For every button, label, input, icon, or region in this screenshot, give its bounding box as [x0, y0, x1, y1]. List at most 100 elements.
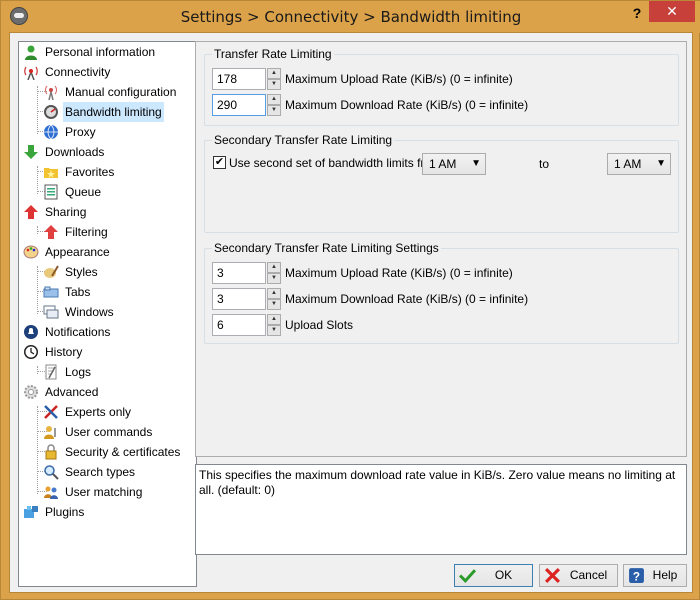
upload-rate-spinner: ▲ ▼	[212, 68, 282, 90]
users-icon	[44, 486, 58, 499]
cancel-button[interactable]: Cancel	[539, 564, 618, 587]
download-rate-decrement[interactable]: ▼	[267, 105, 281, 116]
up-arrow-icon	[24, 205, 38, 219]
clock-icon	[24, 345, 38, 359]
help-title-button[interactable]: ?	[628, 5, 646, 25]
download-rate-label: Maximum Download Rate (KiB/s) (0 = infin…	[285, 98, 529, 112]
title-bar[interactable]: Settings > Connectivity > Bandwidth limi…	[1, 1, 700, 33]
to-label: to	[539, 157, 550, 171]
dialog-client: Personal information Connectivity Manual…	[9, 32, 693, 593]
tree-item-label: Security & certificates	[65, 445, 181, 459]
secondary-download-input[interactable]	[212, 288, 266, 310]
limits-from-value: 1 AM	[429, 157, 457, 171]
tree-item-label: Connectivity	[45, 65, 111, 79]
tabs-icon	[43, 286, 59, 298]
search-icon	[44, 465, 59, 480]
queue-icon	[44, 184, 58, 200]
down-arrow-icon	[24, 145, 38, 159]
upload-slots-label: Upload Slots	[285, 318, 354, 332]
upload-rate-increment[interactable]: ▲	[267, 68, 281, 79]
tree-line	[37, 226, 38, 234]
settings-window: Settings > Connectivity > Bandwidth limi…	[0, 0, 700, 600]
secondary-download-decrement[interactable]: ▼	[267, 299, 281, 310]
log-icon	[45, 364, 57, 380]
limits-to-select[interactable]: 1 AM ▼	[607, 153, 671, 175]
signal-icon	[45, 85, 57, 100]
upload-rate-label: Maximum Upload Rate (KiB/s) (0 = infinit…	[285, 72, 513, 86]
tree-item-label: Windows	[65, 305, 114, 319]
palette-icon	[23, 245, 39, 259]
speedometer-icon	[44, 105, 58, 119]
tree-line	[37, 86, 38, 134]
tree-item-label: Favorites	[65, 165, 115, 179]
tree-item-label: Notifications	[45, 325, 111, 339]
transfer-rate-group-title: Transfer Rate Limiting	[212, 47, 334, 61]
plugin-icon	[24, 506, 38, 518]
second-limits-checkbox-label: Use second set of bandwidth limits from	[229, 156, 442, 170]
ok-button[interactable]: OK	[454, 564, 533, 587]
globe-icon	[44, 124, 58, 140]
secondary-upload-spinner: ▲ ▼	[212, 262, 282, 284]
window-title: Settings > Connectivity > Bandwidth limi…	[180, 8, 522, 26]
user-command-icon	[44, 426, 56, 439]
upload-rate-decrement[interactable]: ▼	[267, 79, 281, 90]
tree-item-label: Appearance	[45, 245, 110, 259]
person-icon	[25, 45, 37, 60]
settings-panel: Transfer Rate Limiting ▲ ▼ Maximum Uploa…	[195, 41, 687, 457]
chevron-down-icon: ▼	[656, 158, 666, 169]
tree-item-label: Advanced	[45, 385, 99, 399]
tree-line	[37, 266, 38, 314]
secondary-limiting-group-title: Secondary Transfer Rate Limiting	[212, 133, 395, 147]
limits-to-value: 1 AM	[614, 157, 642, 171]
secondary-download-spinner: ▲ ▼	[212, 288, 282, 310]
transfer-rate-group: Transfer Rate Limiting ▲ ▼ Maximum Uploa…	[204, 47, 679, 126]
filter-icon	[44, 225, 58, 239]
secondary-upload-input[interactable]	[212, 262, 266, 284]
tree-item-label: Styles	[65, 265, 98, 279]
tree-item-label: Search types	[65, 465, 136, 479]
upload-rate-input[interactable]	[212, 68, 266, 90]
secondary-limiting-group: Secondary Transfer Rate Limiting ✔ Use s…	[204, 133, 679, 233]
help-button-label: Help	[652, 568, 678, 582]
brush-icon	[44, 265, 59, 278]
tree-item-label: Downloads	[45, 145, 105, 159]
bell-icon	[24, 325, 38, 339]
second-limits-checkbox[interactable]: ✔	[213, 156, 226, 169]
tree-item-label: User commands	[65, 425, 153, 439]
tree-item-label: Logs	[65, 365, 92, 379]
download-rate-input[interactable]	[212, 94, 266, 116]
tree-item-label: Plugins	[45, 505, 85, 519]
chevron-down-icon: ▼	[471, 158, 481, 169]
antenna-icon	[24, 66, 38, 80]
help-button[interactable]: ? Help	[623, 564, 687, 587]
secondary-upload-increment[interactable]: ▲	[267, 262, 281, 273]
secondary-download-increment[interactable]: ▲	[267, 288, 281, 299]
cancel-button-label: Cancel	[569, 568, 608, 582]
tree-item-label: History	[45, 345, 83, 359]
secondary-upload-decrement[interactable]: ▼	[267, 273, 281, 284]
folder-star-icon	[44, 168, 58, 178]
tree-item-label: Bandwidth limiting	[63, 102, 164, 122]
gear-icon	[24, 385, 38, 399]
lock-icon	[45, 444, 57, 460]
upload-slots-input[interactable]	[212, 314, 266, 336]
upload-slots-increment[interactable]: ▲	[267, 314, 281, 325]
tree-line	[37, 366, 38, 374]
download-rate-spinner: ▲ ▼	[212, 94, 282, 116]
secondary-settings-group: Secondary Transfer Rate Limiting Setting…	[204, 241, 679, 344]
tools-icon	[44, 405, 58, 419]
download-rate-increment[interactable]: ▲	[267, 94, 281, 105]
close-button[interactable]: ✕	[649, 1, 695, 22]
secondary-settings-group-title: Secondary Transfer Rate Limiting Setting…	[212, 241, 441, 255]
secondary-download-label: Maximum Download Rate (KiB/s) (0 = infin…	[285, 292, 529, 306]
limits-from-select[interactable]: 1 AM ▼	[422, 153, 486, 175]
tree-item-label: Proxy	[65, 125, 96, 139]
tree-item-label: Queue	[65, 185, 102, 199]
tree-item-label: Personal information	[45, 45, 156, 59]
tree-item-label: Sharing	[45, 205, 87, 219]
tree-item-label: Experts only	[65, 405, 132, 419]
tree-item-label: Tabs	[65, 285, 91, 299]
settings-tree[interactable]: Personal information Connectivity Manual…	[18, 41, 197, 587]
upload-slots-decrement[interactable]: ▼	[267, 325, 281, 336]
tree-line	[37, 406, 38, 494]
